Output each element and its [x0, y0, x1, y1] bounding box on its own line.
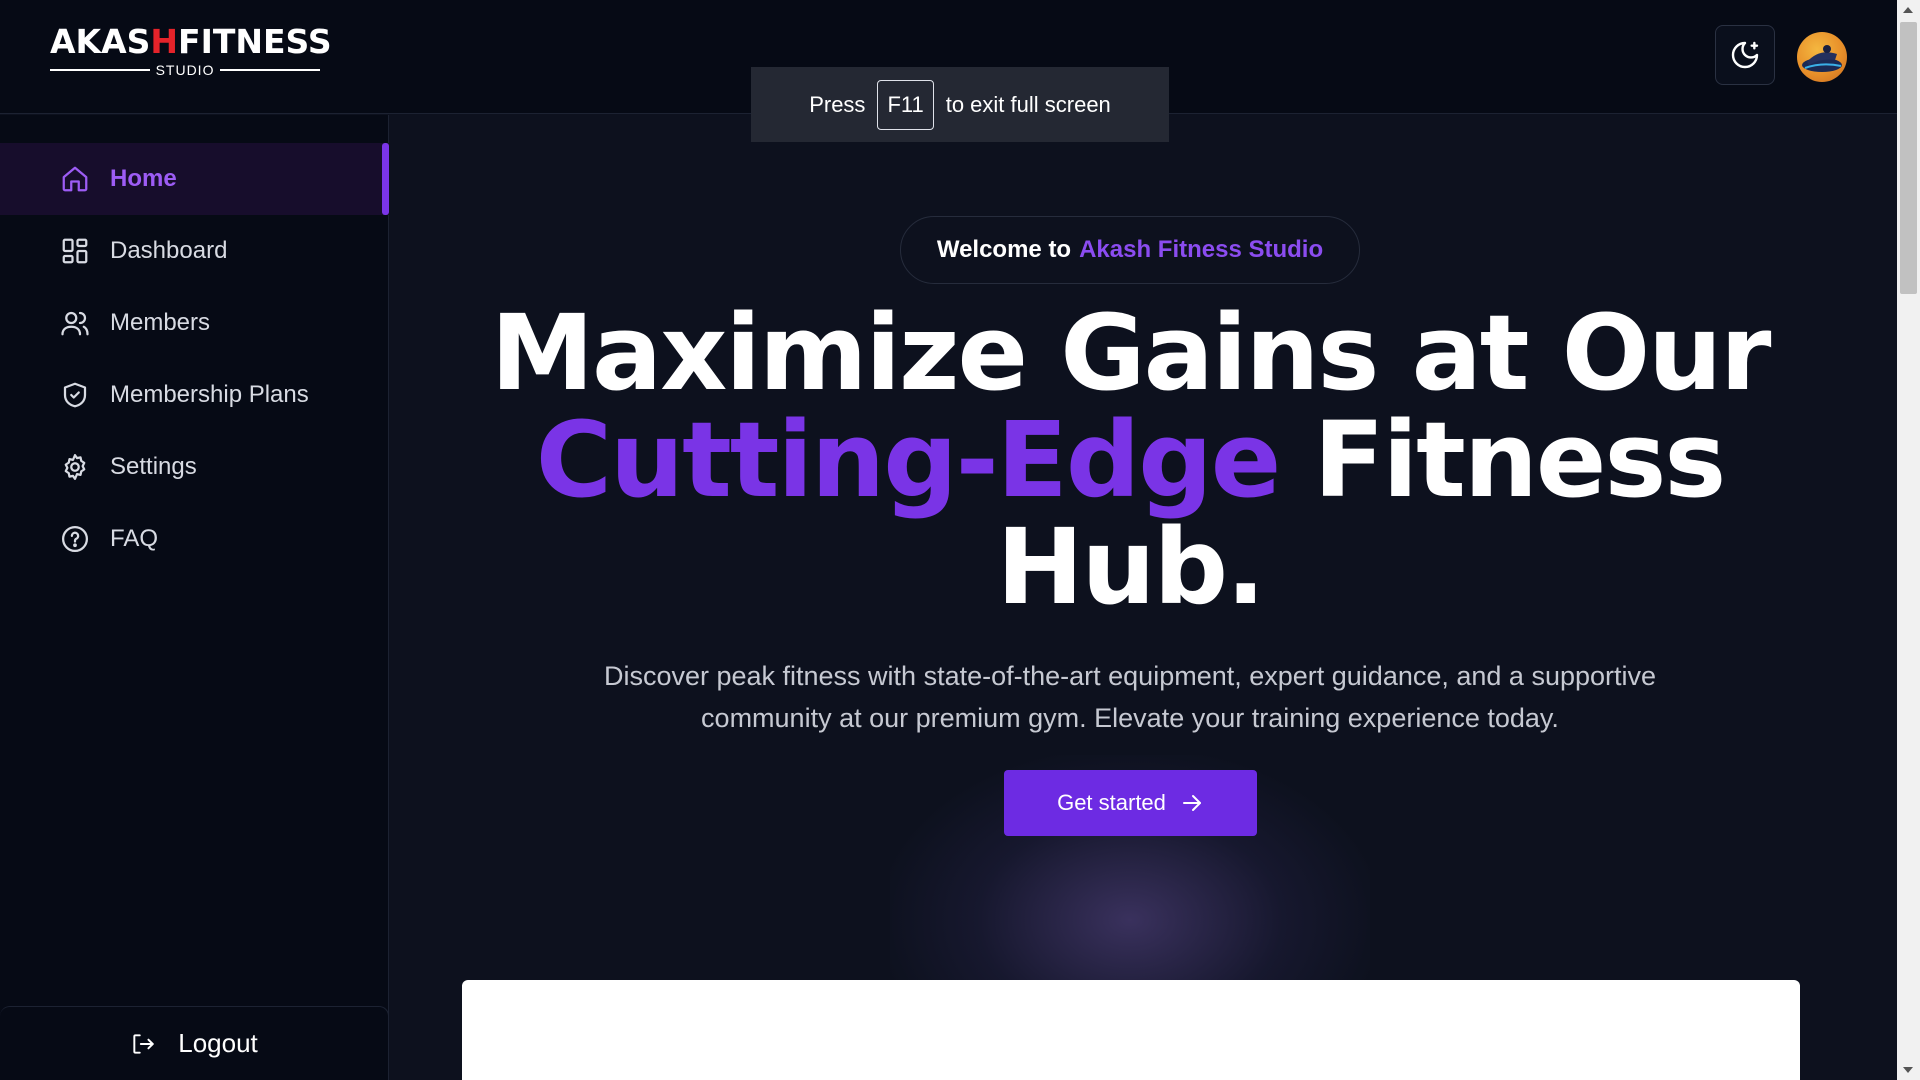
user-avatar[interactable] — [1797, 32, 1847, 82]
logout-icon — [133, 1033, 154, 1054]
main-content: Welcome to Akash Fitness Studio Maximize… — [390, 115, 1897, 1080]
sidebar-item-faq[interactable]: FAQ — [0, 503, 389, 575]
shield-check-icon — [63, 382, 87, 408]
theme-toggle-button[interactable] — [1715, 25, 1775, 85]
question-icon — [62, 526, 88, 552]
logout-button[interactable]: Logout — [0, 1006, 389, 1080]
hero-headline: Maximize Gains at Our Cutting-Edge Fitne… — [490, 292, 1772, 628]
sidebar-item-members[interactable]: Members — [0, 287, 389, 359]
hero-description: Discover peak fitness with state-of-the-… — [603, 661, 1657, 733]
page-scrollbar[interactable] — [1897, 0, 1920, 1080]
logo-text: AKASHFITNESS — [50, 22, 332, 61]
scroll-up-arrow-icon[interactable] — [1903, 7, 1913, 13]
grid-icon — [62, 238, 88, 264]
sidebar-item-settings[interactable]: Settings — [0, 431, 389, 503]
scroll-down-arrow-icon[interactable] — [1903, 1067, 1913, 1073]
studio-logo[interactable]: AKASHFITNESS STUDIO — [50, 22, 332, 82]
logo-subtitle: STUDIO — [50, 62, 321, 78]
sidebar-item-home[interactable]: Home — [0, 143, 389, 215]
gear-icon — [64, 454, 86, 480]
moon-star-icon — [1731, 41, 1759, 69]
welcome-badge: Welcome to Akash Fitness Studio — [900, 216, 1360, 284]
get-started-button[interactable]: Get started — [1004, 770, 1257, 836]
home-icon — [62, 166, 88, 192]
scrollbar-thumb[interactable] — [1900, 22, 1917, 294]
users-icon — [61, 311, 89, 336]
avatar-illustration-icon — [1802, 45, 1842, 72]
f11-key: F11 — [877, 79, 934, 130]
sidebar-item-dashboard[interactable]: Dashboard — [0, 215, 389, 287]
content-card — [462, 980, 1800, 1080]
arrow-right-icon — [1182, 795, 1201, 811]
fullscreen-toast: Press F11 to exit full screen — [751, 67, 1169, 142]
sidebar: Home Dashboard Members Membership Plans … — [0, 115, 389, 1080]
sidebar-item-membership-plans[interactable]: Membership Plans — [0, 359, 389, 431]
